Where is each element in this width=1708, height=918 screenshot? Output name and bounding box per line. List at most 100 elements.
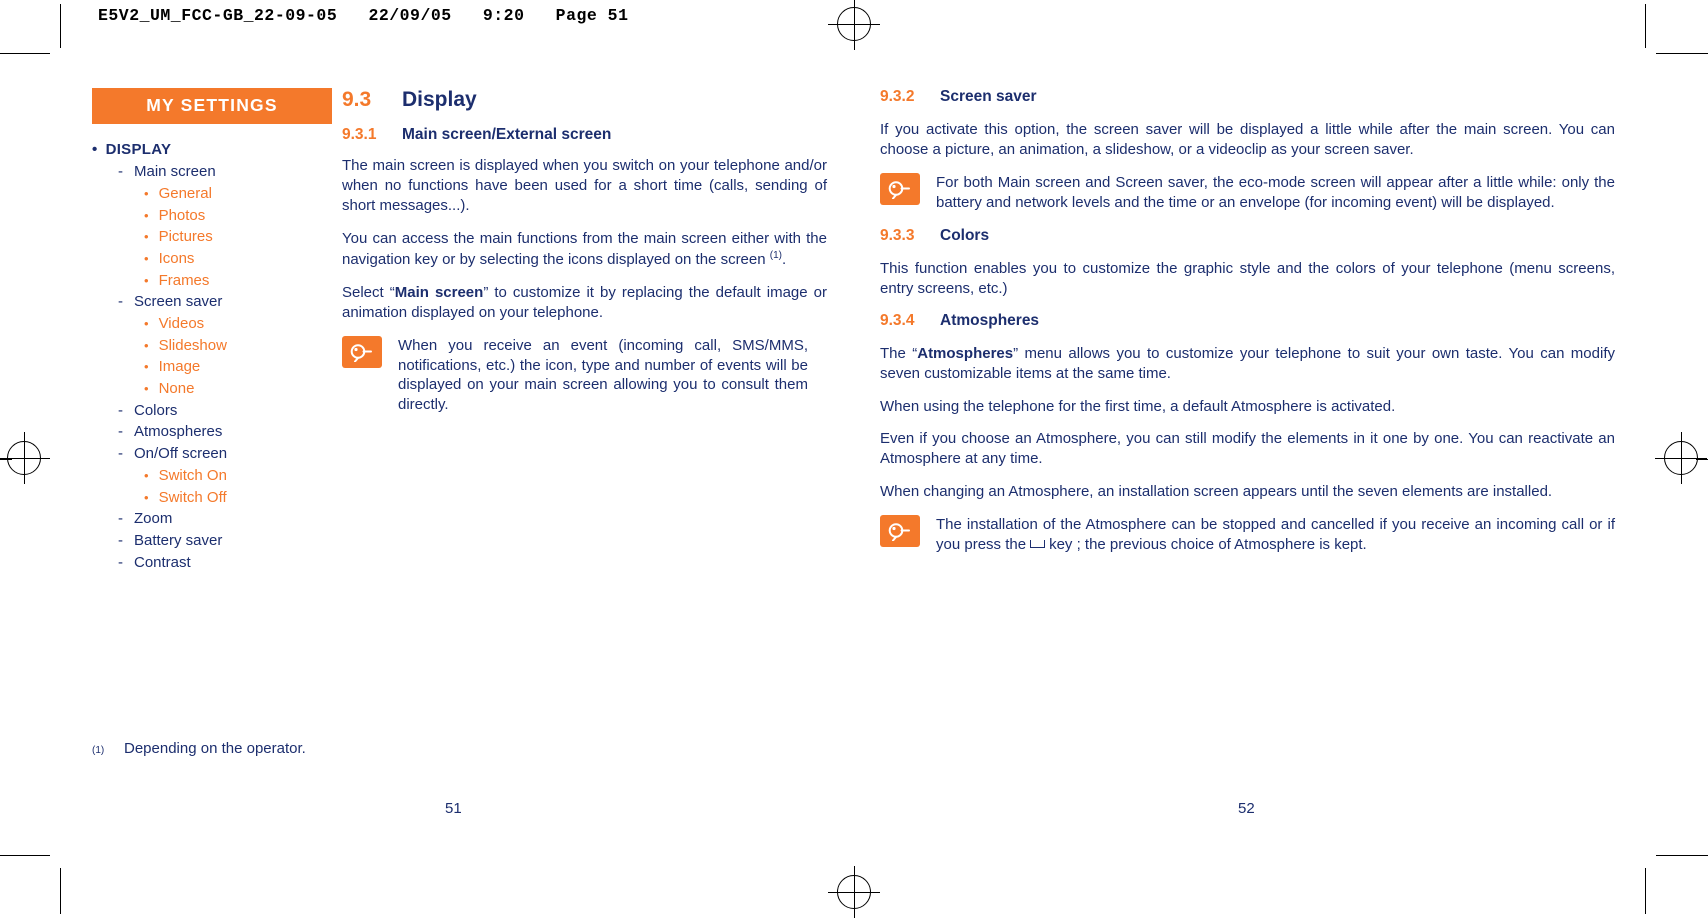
bullet-icon: •	[144, 185, 149, 201]
sidebar-item-on-off-screen[interactable]: - On/Off screen	[118, 444, 337, 463]
subsection-number: 9.3.3	[880, 226, 915, 244]
sidebar-item-icons[interactable]: • Icons	[144, 249, 337, 268]
paragraph-text: The “	[880, 344, 918, 362]
tip-icon-svg	[350, 343, 372, 362]
sidebar-item-label: Slideshow	[158, 336, 227, 354]
emphasis-atmospheres: Atmospheres	[917, 344, 1014, 362]
dash-icon: -	[118, 553, 123, 571]
sidebar-item-frames[interactable]: • Frames	[144, 271, 337, 290]
subsection-heading-9-3-4: 9.3.4 Atmospheres	[880, 312, 1615, 330]
sidebar-item-battery-saver[interactable]: - Battery saver	[118, 531, 337, 550]
note-box-installation: The installation of the Atmosphere can b…	[880, 515, 1615, 555]
sidebar-item-label: Pictures	[158, 228, 213, 246]
document-page: E5V2_UM_FCC-GB_22-09-05 22/09/05 9:20 Pa…	[0, 0, 1708, 918]
crop-mark-bottom-right-vertical	[1645, 868, 1646, 914]
tip-icon-svg	[888, 523, 910, 542]
subsection-number: 9.3.1	[342, 126, 377, 143]
subsection-title: Screen saver	[940, 88, 1037, 105]
paragraph-first-time: When using the telephone for the first t…	[880, 397, 1396, 415]
subsection-number: 9.3.4	[880, 311, 915, 329]
crop-mark-bottom-left-horizontal	[0, 855, 50, 856]
sidebar-item-label: Atmospheres	[134, 423, 223, 441]
note-text: For both Main screen and Screen saver, t…	[936, 173, 1615, 211]
sidebar-item-videos[interactable]: • Videos	[144, 314, 337, 333]
sidebar-item-image[interactable]: • Image	[144, 357, 337, 376]
footnote-reference: (1)	[769, 249, 782, 261]
page-number-left: 51	[445, 800, 462, 817]
sidebar-item-pictures[interactable]: • Pictures	[144, 227, 337, 246]
note-text: When you receive an event (incoming call…	[398, 336, 808, 414]
registration-mark-left	[0, 432, 50, 484]
note-text-part-2: key ; the previous choice of Atmosphere …	[1049, 536, 1367, 554]
paragraph-screen-saver: If you activate this option, the screen …	[880, 121, 1615, 158]
sidebar-item-switch-on[interactable]: • Switch On	[144, 466, 337, 485]
print-slug: E5V2_UM_FCC-GB_22-09-05 22/09/05 9:20 Pa…	[98, 6, 629, 25]
paragraph-select-main-screen: Select “Main screen” to customize it by …	[342, 283, 827, 323]
left-text-column: 9.3 Display 9.3.1 Main screen/External s…	[342, 88, 827, 429]
bullet-icon: •	[144, 316, 149, 331]
note-text: The installation of the Atmosphere can b…	[936, 515, 1615, 555]
sidebar-item-screen-saver[interactable]: - Screen saver	[118, 292, 337, 311]
bullet-icon: •	[144, 272, 149, 288]
emphasis-main-screen: Main screen	[394, 283, 484, 301]
bullet-icon: •	[144, 207, 149, 223]
note-box-events: When you receive an event (incoming call…	[342, 335, 827, 416]
sidebar-item-contrast[interactable]: - Contrast	[118, 553, 337, 572]
registration-mark-right	[1655, 432, 1707, 484]
sidebar-item-atmospheres[interactable]: - Atmospheres	[118, 422, 337, 441]
tip-icon-glyph	[880, 515, 920, 547]
crop-mark-top-right-vertical	[1645, 4, 1646, 48]
sidebar-item-list: • DISPLAY - Main screen • General • Photos •…	[92, 140, 337, 572]
dash-icon: -	[118, 445, 123, 463]
sidebar-item-label: Colors	[134, 401, 178, 419]
sidebar-item-label: Zoom	[134, 510, 173, 528]
subsection-title: Atmospheres	[940, 311, 1040, 329]
sidebar-item-switch-off[interactable]: • Switch Off	[144, 488, 337, 507]
sidebar-item-photos[interactable]: • Photos	[144, 206, 337, 225]
subsection-number: 9.3.2	[880, 88, 915, 105]
sidebar-item-label: Photos	[158, 206, 206, 224]
registration-mark-top	[828, 0, 880, 50]
sidebar-toc: MY SETTINGS • DISPLAY - Main screen • Gener…	[92, 88, 337, 574]
tip-icon-glyph	[342, 336, 382, 368]
sidebar-item-slideshow[interactable]: • Slideshow	[144, 336, 337, 355]
subsection-heading-9-3-1: 9.3.1 Main screen/External screen	[342, 126, 827, 144]
paragraph-colors: This function enables you to customize t…	[880, 259, 1615, 297]
sidebar-item-label: Main screen	[134, 163, 216, 181]
crop-mark-top-right-horizontal	[1656, 53, 1708, 54]
sidebar-item-label: Frames	[158, 271, 210, 289]
sidebar-item-none[interactable]: • None	[144, 379, 337, 398]
paragraph-atmospheres-intro: The “Atmospheres” menu allows you to cus…	[880, 344, 1615, 384]
paragraph-main-screen-intro: The main screen is displayed when you sw…	[342, 157, 827, 214]
tip-icon	[880, 172, 920, 205]
bullet-icon: •	[144, 359, 149, 375]
section-number: 9.3	[342, 88, 372, 111]
bullet-icon: •	[144, 467, 149, 483]
sidebar-item-general[interactable]: • General	[144, 184, 337, 203]
footnote: (1) Depending on the operator.	[92, 740, 306, 757]
sidebar-item-label: Icons	[158, 249, 195, 267]
crop-mark-bottom-right-horizontal	[1656, 855, 1708, 856]
dash-icon: -	[118, 423, 123, 441]
sidebar-item-colors[interactable]: - Colors	[118, 401, 337, 420]
sidebar-item-zoom[interactable]: - Zoom	[118, 509, 337, 528]
paragraph-installation-screen: When changing an Atmosphere, an installa…	[880, 483, 1553, 501]
paragraph-text: Select “	[342, 283, 395, 301]
paragraph-text-end: .	[782, 250, 787, 268]
sidebar-item-display[interactable]: • DISPLAY	[92, 140, 337, 159]
section-title: Display	[402, 88, 477, 111]
tip-icon-svg	[888, 181, 910, 199]
sidebar-item-label: General	[158, 184, 212, 202]
bullet-icon: •	[144, 489, 149, 505]
dash-icon: -	[118, 510, 123, 528]
tip-icon	[880, 515, 920, 548]
sidebar-item-label: Battery saver	[134, 531, 223, 549]
sidebar-item-main-screen[interactable]: - Main screen	[118, 162, 337, 181]
sidebar-item-label: None	[158, 380, 195, 398]
bullet-icon: •	[144, 250, 149, 266]
crop-mark-top-left-horizontal	[0, 53, 50, 54]
dash-icon: -	[118, 401, 123, 419]
dash-icon: -	[118, 293, 123, 311]
note-box-eco-mode: For both Main screen and Screen saver, t…	[880, 172, 1615, 213]
right-text-column: 9.3.2 Screen saver If you activate this …	[880, 88, 1615, 569]
